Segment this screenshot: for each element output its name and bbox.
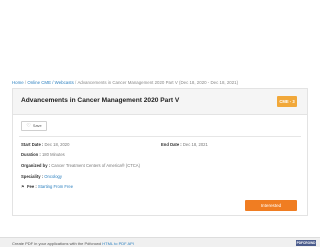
fee-label: Fee : bbox=[26, 184, 37, 189]
breadcrumb-online-cme[interactable]: Online CME / Webcasts bbox=[27, 80, 74, 85]
end-date-label: End Date : bbox=[161, 142, 182, 147]
event-card: Advancements in Cancer Management 2020 P… bbox=[12, 88, 308, 216]
footer-bar: Create PDF in your applications with the… bbox=[0, 237, 320, 247]
duration-label: Duration : bbox=[21, 152, 41, 157]
breadcrumb-current: Advancements in Cancer Management 2020 P… bbox=[77, 80, 239, 85]
breadcrumb: Home/Online CME / Webcasts/Advancements … bbox=[12, 80, 308, 85]
pdfcrowd-logo[interactable]: PDFCROWD bbox=[296, 240, 316, 246]
organized-by-value: Cancer Treatment Centers of America® (CT… bbox=[51, 163, 140, 168]
interested-button[interactable]: Interested bbox=[245, 200, 297, 211]
start-date-value: Dec 18, 2020 bbox=[44, 142, 70, 147]
duration-value: 180 Minutes bbox=[41, 152, 65, 157]
footer-text: Create PDF in your applications with the… bbox=[12, 241, 134, 246]
speciality-label: Speciality : bbox=[21, 174, 44, 179]
fee-value[interactable]: Starting From Free bbox=[38, 184, 73, 189]
fee-field: ⚑ Fee : Starting From Free bbox=[21, 184, 73, 189]
organized-by-field: Organized by : Cancer Treatment Centers … bbox=[21, 163, 140, 168]
end-date-value: Dec 18, 2021 bbox=[182, 142, 208, 147]
heart-icon: ♡ bbox=[26, 122, 31, 129]
speciality-value[interactable]: Oncology bbox=[44, 174, 62, 179]
footer-link[interactable]: HTML to PDF API bbox=[102, 241, 134, 246]
page-title: Advancements in Cancer Management 2020 P… bbox=[21, 97, 180, 104]
start-date-field: Start Date : Dec 18, 2020 bbox=[21, 142, 69, 147]
cme-badge: CME - 3 bbox=[277, 96, 297, 107]
start-date-label: Start Date : bbox=[21, 142, 44, 147]
organized-by-label: Organized by : bbox=[21, 163, 51, 168]
event-header: Advancements in Cancer Management 2020 P… bbox=[13, 89, 307, 115]
save-label: Save bbox=[32, 124, 42, 128]
speciality-field: Speciality : Oncology bbox=[21, 174, 62, 179]
footer-text-before: Create PDF in your applications with the… bbox=[12, 241, 102, 246]
divider bbox=[19, 136, 301, 137]
end-date-field: End Date : Dec 18, 2021 bbox=[161, 142, 208, 147]
save-button[interactable]: ♡ Save bbox=[21, 121, 47, 131]
tag-icon: ⚑ bbox=[21, 184, 25, 189]
breadcrumb-home[interactable]: Home bbox=[12, 80, 24, 85]
duration-field: Duration : 180 Minutes bbox=[21, 152, 65, 157]
